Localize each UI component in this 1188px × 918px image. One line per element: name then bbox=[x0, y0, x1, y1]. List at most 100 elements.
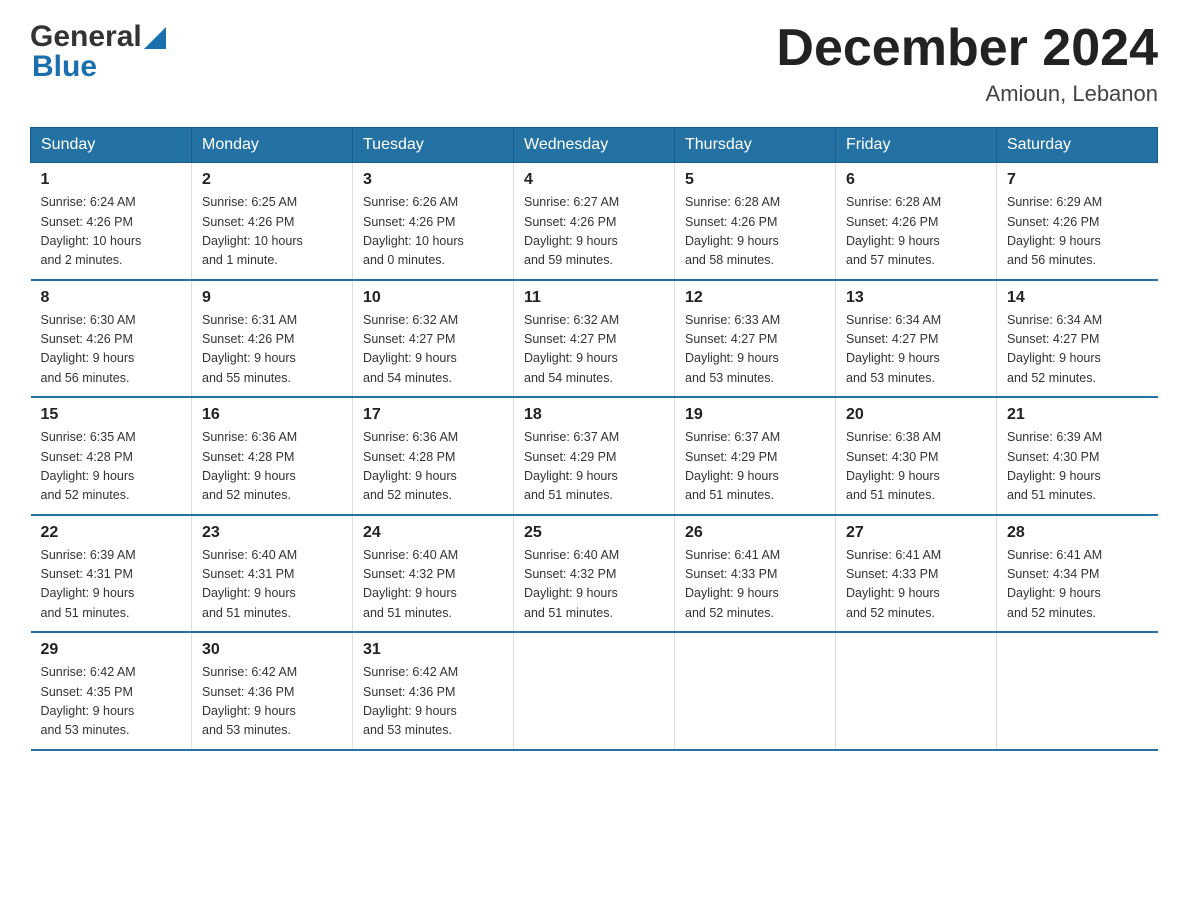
table-row: 21Sunrise: 6:39 AMSunset: 4:30 PMDayligh… bbox=[997, 397, 1158, 515]
day-info: Sunrise: 6:34 AMSunset: 4:27 PMDaylight:… bbox=[1007, 311, 1148, 389]
day-number: 7 bbox=[1007, 171, 1148, 189]
table-row: 25Sunrise: 6:40 AMSunset: 4:32 PMDayligh… bbox=[514, 515, 675, 633]
table-row: 10 Sunrise: 6:32 AMSunset: 4:27 PMDayligh… bbox=[353, 280, 514, 398]
day-number: 12 bbox=[685, 289, 825, 307]
table-row: 26 Sunrise: 6:41 AMSunset: 4:33 PMDayligh… bbox=[675, 515, 836, 633]
table-row: 16 Sunrise: 6:36 AMSunset: 4:28 PMDayligh… bbox=[192, 397, 353, 515]
day-number: 28 bbox=[1007, 524, 1148, 542]
day-info: Sunrise: 6:32 AMSunset: 4:27 PMDaylight:… bbox=[524, 311, 664, 389]
table-row: 7 Sunrise: 6:29 AMSunset: 4:26 PMDaylight… bbox=[997, 163, 1158, 280]
table-row: 6Sunrise: 6:28 AMSunset: 4:26 PMDaylight… bbox=[836, 163, 997, 280]
day-info: Sunrise: 6:42 AMSunset: 4:36 PMDaylight:… bbox=[202, 663, 342, 741]
day-info: Sunrise: 6:40 AMSunset: 4:32 PMDaylight:… bbox=[524, 546, 664, 624]
table-row: 23 Sunrise: 6:40 AMSunset: 4:31 PMDayligh… bbox=[192, 515, 353, 633]
day-info: Sunrise: 6:35 AMSunset: 4:28 PMDaylight:… bbox=[41, 428, 182, 506]
day-info: Sunrise: 6:32 AMSunset: 4:27 PMDaylight:… bbox=[363, 311, 503, 389]
table-row: 20 Sunrise: 6:38 AMSunset: 4:30 PMDayligh… bbox=[836, 397, 997, 515]
day-number: 24 bbox=[363, 524, 503, 542]
day-info: Sunrise: 6:39 AMSunset: 4:31 PMDaylight:… bbox=[41, 546, 182, 624]
day-info: Sunrise: 6:40 AMSunset: 4:31 PMDaylight:… bbox=[202, 546, 342, 624]
table-row: 18Sunrise: 6:37 AMSunset: 4:29 PMDayligh… bbox=[514, 397, 675, 515]
day-number: 3 bbox=[363, 171, 503, 189]
day-number: 9 bbox=[202, 289, 342, 307]
calendar-table: Sunday Monday Tuesday Wednesday Thursday… bbox=[30, 127, 1158, 751]
calendar-row: 22 Sunrise: 6:39 AMSunset: 4:31 PMDayligh… bbox=[31, 515, 1158, 633]
table-row: 9Sunrise: 6:31 AMSunset: 4:26 PMDaylight… bbox=[192, 280, 353, 398]
day-number: 2 bbox=[202, 171, 342, 189]
day-number: 10 bbox=[363, 289, 503, 307]
table-row: 3 Sunrise: 6:26 AMSunset: 4:26 PMDaylight… bbox=[353, 163, 514, 280]
day-number: 20 bbox=[846, 406, 986, 424]
table-row bbox=[997, 632, 1158, 750]
table-row: 27Sunrise: 6:41 AMSunset: 4:33 PMDayligh… bbox=[836, 515, 997, 633]
table-row: 30 Sunrise: 6:42 AMSunset: 4:36 PMDayligh… bbox=[192, 632, 353, 750]
logo-general-text: General bbox=[30, 20, 142, 54]
month-title: December 2024 bbox=[776, 20, 1158, 77]
header-tuesday: Tuesday bbox=[353, 128, 514, 163]
header-saturday: Saturday bbox=[997, 128, 1158, 163]
logo: General Blue bbox=[30, 20, 166, 84]
day-info: Sunrise: 6:26 AMSunset: 4:26 PMDaylight:… bbox=[363, 193, 503, 271]
calendar-row: 1 Sunrise: 6:24 AMSunset: 4:26 PMDaylight… bbox=[31, 163, 1158, 280]
day-number: 27 bbox=[846, 524, 986, 542]
table-row: 24 Sunrise: 6:40 AMSunset: 4:32 PMDayligh… bbox=[353, 515, 514, 633]
day-number: 14 bbox=[1007, 289, 1148, 307]
calendar-row: 29 Sunrise: 6:42 AMSunset: 4:35 PMDayligh… bbox=[31, 632, 1158, 750]
day-info: Sunrise: 6:38 AMSunset: 4:30 PMDaylight:… bbox=[846, 428, 986, 506]
table-row: 4 Sunrise: 6:27 AMSunset: 4:26 PMDaylight… bbox=[514, 163, 675, 280]
day-number: 22 bbox=[41, 524, 182, 542]
header-wednesday: Wednesday bbox=[514, 128, 675, 163]
day-number: 13 bbox=[846, 289, 986, 307]
day-number: 26 bbox=[685, 524, 825, 542]
table-row bbox=[514, 632, 675, 750]
logo-triangle-icon bbox=[144, 27, 166, 49]
day-info: Sunrise: 6:37 AMSunset: 4:29 PMDaylight:… bbox=[524, 428, 664, 506]
day-number: 11 bbox=[524, 289, 664, 307]
table-row: 12 Sunrise: 6:33 AMSunset: 4:27 PMDayligh… bbox=[675, 280, 836, 398]
table-row: 28 Sunrise: 6:41 AMSunset: 4:34 PMDayligh… bbox=[997, 515, 1158, 633]
day-info: Sunrise: 6:25 AMSunset: 4:26 PMDaylight:… bbox=[202, 193, 342, 271]
day-info: Sunrise: 6:33 AMSunset: 4:27 PMDaylight:… bbox=[685, 311, 825, 389]
day-info: Sunrise: 6:40 AMSunset: 4:32 PMDaylight:… bbox=[363, 546, 503, 624]
day-info: Sunrise: 6:27 AMSunset: 4:26 PMDaylight:… bbox=[524, 193, 664, 271]
day-number: 17 bbox=[363, 406, 503, 424]
day-number: 15 bbox=[41, 406, 182, 424]
day-number: 16 bbox=[202, 406, 342, 424]
table-row: 5 Sunrise: 6:28 AMSunset: 4:26 PMDaylight… bbox=[675, 163, 836, 280]
day-number: 29 bbox=[41, 641, 182, 659]
day-info: Sunrise: 6:29 AMSunset: 4:26 PMDaylight:… bbox=[1007, 193, 1148, 271]
page-header: General Blue December 2024 Amioun, Leban… bbox=[30, 20, 1158, 107]
table-row: 19 Sunrise: 6:37 AMSunset: 4:29 PMDayligh… bbox=[675, 397, 836, 515]
table-row bbox=[836, 632, 997, 750]
day-info: Sunrise: 6:34 AMSunset: 4:27 PMDaylight:… bbox=[846, 311, 986, 389]
day-number: 23 bbox=[202, 524, 342, 542]
table-row: 14 Sunrise: 6:34 AMSunset: 4:27 PMDayligh… bbox=[997, 280, 1158, 398]
logo-blue-text: Blue bbox=[32, 50, 97, 84]
day-number: 30 bbox=[202, 641, 342, 659]
day-info: Sunrise: 6:42 AMSunset: 4:35 PMDaylight:… bbox=[41, 663, 182, 741]
day-info: Sunrise: 6:41 AMSunset: 4:34 PMDaylight:… bbox=[1007, 546, 1148, 624]
table-row: 13 Sunrise: 6:34 AMSunset: 4:27 PMDayligh… bbox=[836, 280, 997, 398]
day-number: 5 bbox=[685, 171, 825, 189]
day-number: 8 bbox=[41, 289, 182, 307]
day-number: 1 bbox=[41, 171, 182, 189]
title-block: December 2024 Amioun, Lebanon bbox=[776, 20, 1158, 107]
day-number: 31 bbox=[363, 641, 503, 659]
header-monday: Monday bbox=[192, 128, 353, 163]
table-row: 15 Sunrise: 6:35 AMSunset: 4:28 PMDayligh… bbox=[31, 397, 192, 515]
day-info: Sunrise: 6:36 AMSunset: 4:28 PMDaylight:… bbox=[202, 428, 342, 506]
day-number: 19 bbox=[685, 406, 825, 424]
table-row: 22 Sunrise: 6:39 AMSunset: 4:31 PMDayligh… bbox=[31, 515, 192, 633]
table-row: 2 Sunrise: 6:25 AMSunset: 4:26 PMDaylight… bbox=[192, 163, 353, 280]
day-number: 4 bbox=[524, 171, 664, 189]
day-number: 21 bbox=[1007, 406, 1148, 424]
day-info: Sunrise: 6:28 AMSunset: 4:26 PMDaylight:… bbox=[685, 193, 825, 271]
calendar-row: 8Sunrise: 6:30 AMSunset: 4:26 PMDaylight… bbox=[31, 280, 1158, 398]
table-row bbox=[675, 632, 836, 750]
day-info: Sunrise: 6:41 AMSunset: 4:33 PMDaylight:… bbox=[685, 546, 825, 624]
day-info: Sunrise: 6:24 AMSunset: 4:26 PMDaylight:… bbox=[41, 193, 182, 271]
day-info: Sunrise: 6:37 AMSunset: 4:29 PMDaylight:… bbox=[685, 428, 825, 506]
header-thursday: Thursday bbox=[675, 128, 836, 163]
header-sunday: Sunday bbox=[31, 128, 192, 163]
header-friday: Friday bbox=[836, 128, 997, 163]
